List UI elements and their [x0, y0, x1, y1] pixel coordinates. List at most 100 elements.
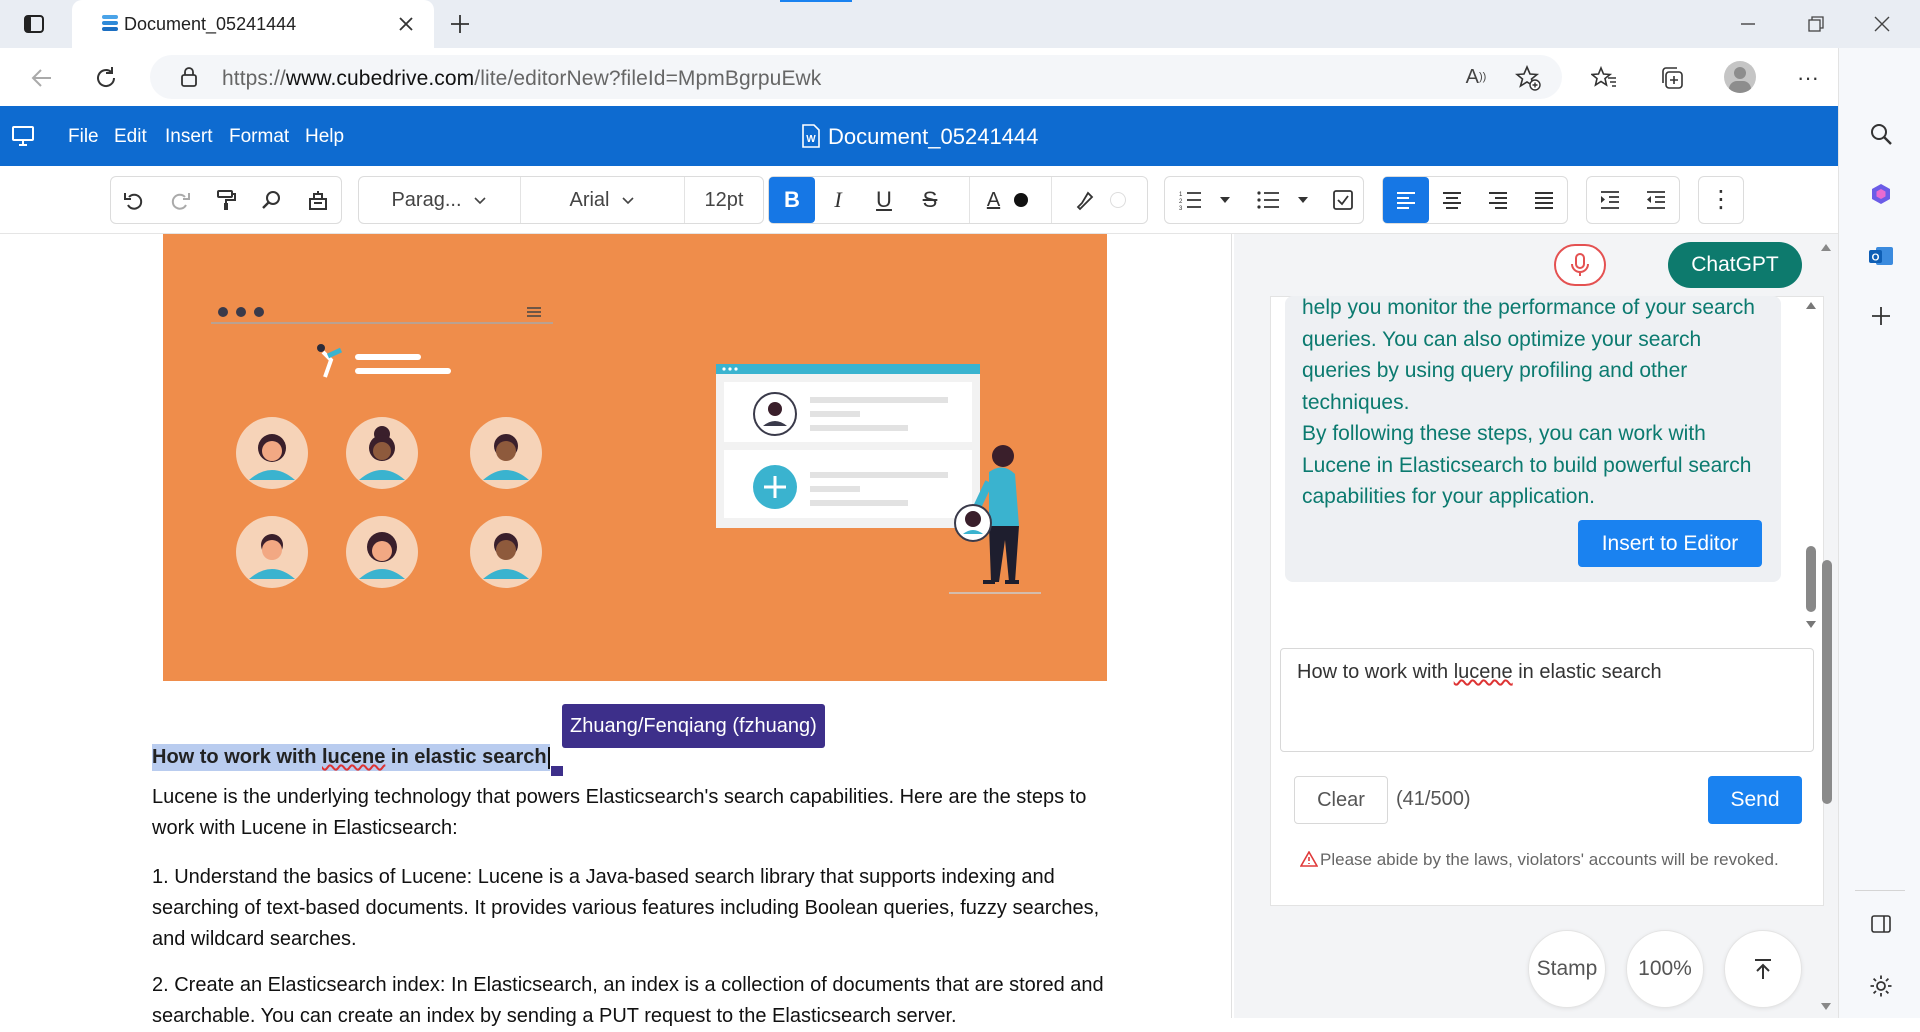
more-tools-icon[interactable]: ⋮	[1699, 177, 1743, 223]
clear-format-icon[interactable]	[295, 177, 341, 223]
read-aloud-icon[interactable]: A))	[1462, 65, 1490, 89]
highlight-color-button[interactable]	[1051, 177, 1147, 223]
close-tab-icon[interactable]	[394, 12, 418, 36]
menu-insert[interactable]: Insert	[165, 126, 213, 148]
highlighter-icon	[1076, 191, 1093, 211]
chatgpt-button[interactable]: ChatGPT	[1668, 242, 1802, 288]
document-heading[interactable]: How to work with lucene in elastic searc…	[152, 744, 550, 771]
paragraph-step-2[interactable]: 2. Create an Elasticsearch index: In Ela…	[152, 970, 1112, 1032]
url-field[interactable]: https://www.cubedrive.com/lite/editorNew…	[150, 55, 1562, 99]
history-group	[110, 176, 342, 224]
text-style-group: B I U S A	[768, 176, 1148, 224]
paragraph-intro[interactable]: Lucene is the underlying technology that…	[152, 782, 1112, 844]
close-window-icon[interactable]	[1870, 12, 1894, 36]
browser-tab-bar: Document_05241444	[0, 0, 1920, 48]
svg-text:O: O	[1872, 253, 1880, 264]
restore-icon[interactable]	[1804, 12, 1828, 36]
svg-text:2: 2	[1179, 199, 1183, 205]
more-options-icon[interactable]: ···	[1794, 64, 1822, 92]
scroll-to-top-button[interactable]	[1724, 930, 1802, 1008]
send-button[interactable]: Send	[1708, 776, 1802, 824]
outdent-icon	[1647, 191, 1665, 209]
hide-sidebar-icon[interactable]	[1867, 910, 1895, 938]
profile-avatar[interactable]	[1724, 61, 1756, 93]
search-icon[interactable]	[1867, 120, 1895, 148]
outdent-button[interactable]	[1633, 177, 1679, 223]
copilot-icon[interactable]	[1867, 180, 1895, 208]
font-color-button[interactable]: A	[969, 177, 1045, 223]
italic-button[interactable]: I	[815, 177, 861, 223]
align-left-button[interactable]	[1383, 177, 1429, 223]
add-sidebar-app-icon[interactable]	[1867, 302, 1895, 330]
menu-help[interactable]: Help	[305, 126, 344, 148]
formatting-toolbar: Parag... Arial 12pt B I U S A 123 ⋮	[0, 166, 1838, 234]
align-right-icon	[1489, 192, 1507, 209]
paragraph-style-select[interactable]: Parag...	[359, 177, 521, 223]
strikethrough-button[interactable]: S	[907, 177, 953, 223]
document-canvas: Zhuang/Fenqiang (fzhuang) How to work wi…	[0, 234, 1234, 1027]
numbered-list-button[interactable]: 123	[1165, 177, 1245, 223]
team-illustration-image[interactable]	[163, 234, 1107, 681]
edge-sidebar: O	[1838, 48, 1920, 1018]
favorites-icon[interactable]	[1590, 64, 1618, 92]
font-color-swatch	[1014, 193, 1029, 207]
align-right-button[interactable]	[1475, 177, 1521, 223]
stamp-button[interactable]: Stamp	[1528, 930, 1606, 1008]
justify-button[interactable]	[1521, 177, 1567, 223]
indent-group	[1586, 176, 1680, 224]
add-favorite-icon[interactable]	[1514, 64, 1542, 92]
clear-button[interactable]: Clear	[1294, 776, 1388, 824]
scroll-up-arrow-icon[interactable]	[1804, 298, 1818, 312]
desktop-icon[interactable]	[10, 124, 36, 148]
chat-prompt-input[interactable]: How to work with lucene in elastic searc…	[1280, 648, 1814, 752]
browser-tab[interactable]: Document_05241444	[72, 0, 434, 48]
format-painter-icon[interactable]	[203, 177, 249, 223]
font-size-select[interactable]: 12pt	[685, 177, 763, 223]
document-page[interactable]: Zhuang/Fenqiang (fzhuang) How to work wi…	[10, 234, 1232, 1027]
minimize-icon[interactable]	[1736, 12, 1760, 36]
align-center-button[interactable]	[1429, 177, 1475, 223]
document-title[interactable]: Document_05241444	[828, 124, 1038, 150]
more-group: ⋮	[1698, 176, 1744, 224]
microphone-button[interactable]	[1554, 244, 1606, 286]
undo-icon[interactable]	[111, 177, 157, 223]
zoom-button[interactable]: 100%	[1626, 930, 1704, 1008]
reply-paragraph-2: By following these steps, you can work w…	[1302, 422, 1752, 508]
chevron-down-icon	[621, 197, 634, 205]
indent-button[interactable]	[1587, 177, 1633, 223]
underline-button[interactable]: U	[861, 177, 907, 223]
caret-down-icon	[1298, 197, 1308, 203]
app-menu-bar: File Edit Insert Format Help W Document_…	[0, 106, 1838, 166]
bullet-list-button[interactable]	[1245, 177, 1321, 223]
menu-edit[interactable]: Edit	[114, 126, 147, 148]
scroll-down-arrow-icon[interactable]	[1804, 618, 1818, 632]
svg-text:1: 1	[1179, 192, 1183, 198]
font-group: Parag... Arial 12pt	[358, 176, 764, 224]
paragraph-step-1[interactable]: 1. Understand the basics of Lucene: Luce…	[152, 862, 1112, 955]
new-tab-icon[interactable]	[446, 10, 474, 38]
back-icon[interactable]	[28, 64, 56, 92]
list-group: 123	[1164, 176, 1364, 224]
page-scrollbar-thumb[interactable]	[1822, 560, 1832, 804]
bold-button[interactable]: B	[769, 177, 815, 223]
checklist-button[interactable]	[1321, 177, 1365, 223]
menu-file[interactable]: File	[68, 126, 99, 148]
word-doc-icon: W	[800, 124, 822, 148]
insert-to-editor-button[interactable]: Insert to Editor	[1578, 520, 1762, 567]
find-icon[interactable]	[249, 177, 295, 223]
warning-icon	[1299, 850, 1319, 867]
refresh-icon[interactable]	[92, 64, 120, 92]
page-scroll-down-icon[interactable]	[1818, 1000, 1834, 1014]
settings-gear-icon[interactable]	[1867, 972, 1895, 1000]
tab-actions-icon[interactable]	[22, 12, 46, 36]
highlight-swatch	[1109, 192, 1126, 208]
lock-icon[interactable]	[178, 66, 200, 88]
page-scroll-up-icon[interactable]	[1818, 240, 1834, 254]
alignment-group	[1382, 176, 1568, 224]
redo-icon[interactable]	[157, 177, 203, 223]
menu-format[interactable]: Format	[229, 126, 289, 148]
outlook-icon[interactable]: O	[1867, 242, 1895, 270]
chat-scrollbar-thumb[interactable]	[1806, 546, 1816, 612]
font-family-select[interactable]: Arial	[521, 177, 685, 223]
collections-icon[interactable]	[1658, 64, 1686, 92]
